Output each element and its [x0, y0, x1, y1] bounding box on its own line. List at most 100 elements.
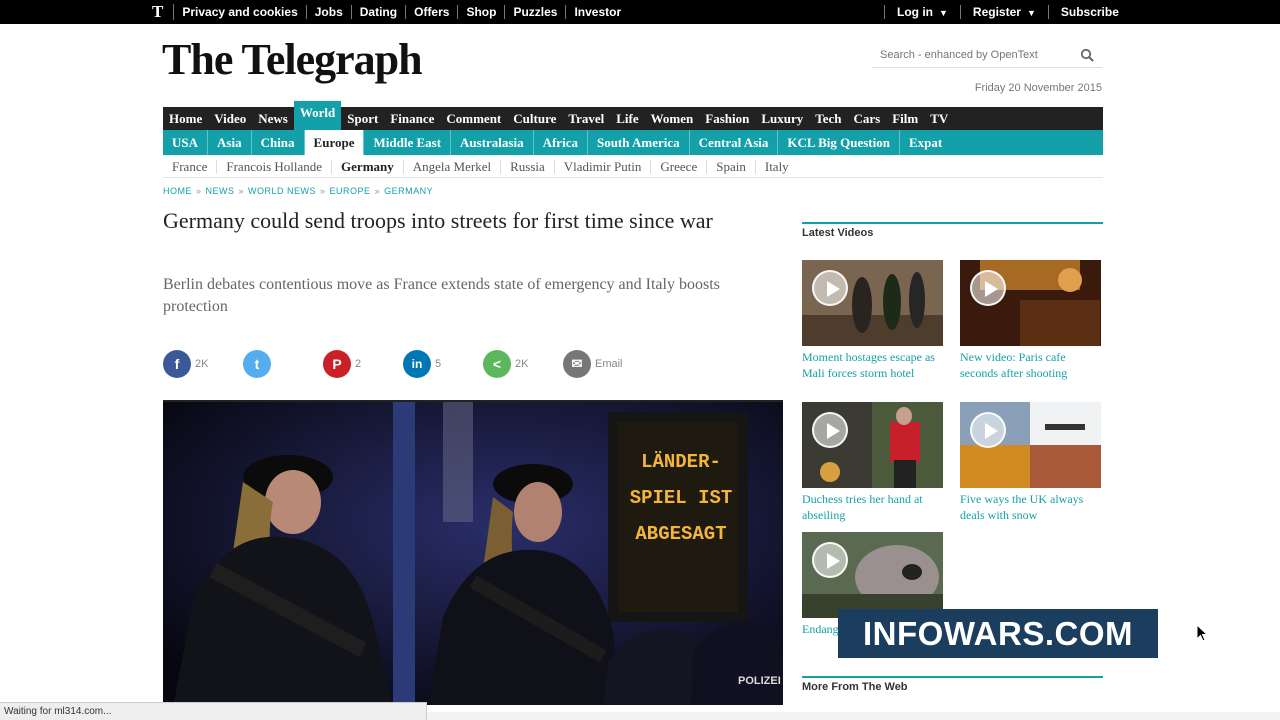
sign-line: SPIEL IST	[629, 487, 733, 509]
video-caption[interactable]: Five ways the UK always deals with snow	[960, 491, 1101, 523]
nav-luxury[interactable]: Luxury	[755, 107, 809, 130]
secondary-nav: USA Asia China Europe Middle East Austra…	[163, 130, 1103, 155]
breadcrumb-europe[interactable]: EUROPE	[330, 186, 371, 196]
login-label: Log in	[897, 5, 933, 19]
nav-world[interactable]: World	[293, 101, 342, 130]
subscribe-link[interactable]: Subscribe	[1047, 5, 1131, 19]
chevron-down-icon: ▼	[1026, 8, 1036, 18]
search-input[interactable]	[872, 44, 1072, 66]
nav-cars[interactable]: Cars	[848, 107, 887, 130]
browser-status-bar: Waiting for ml314.com...	[0, 702, 427, 720]
video-item[interactable]: Duchess tries her hand at abseiling	[802, 402, 943, 523]
linkedin-icon: in	[403, 350, 431, 378]
article-main-image[interactable]: POLIZEI LÄNDER- SPIEL IST ABGESAGT	[163, 400, 783, 705]
latest-videos-title: Latest Videos	[802, 227, 874, 239]
pinterest-share[interactable]: P 2	[323, 349, 361, 379]
subnav-middle-east[interactable]: Middle East	[364, 130, 452, 155]
sign-text: LÄNDER- SPIEL IST ABGESAGT	[621, 444, 741, 552]
video-caption[interactable]: Moment hostages escape as Mali forces st…	[802, 349, 943, 381]
topic-russia[interactable]: Russia	[501, 159, 555, 174]
svg-text:POLIZEI: POLIZEI	[738, 675, 781, 687]
primary-nav: Home Video News World Sport Finance Comm…	[163, 101, 1103, 130]
generic-share[interactable]: < 2K	[483, 349, 528, 379]
play-icon	[970, 270, 1006, 306]
breadcrumb-world-news[interactable]: WORLD NEWS	[248, 186, 316, 196]
topic-spain[interactable]: Spain	[707, 159, 756, 174]
linkedin-share[interactable]: in 5	[403, 349, 441, 379]
login-link[interactable]: Log in ▼	[884, 5, 960, 19]
breadcrumb-germany[interactable]: GERMANY	[384, 186, 433, 196]
subnav-china[interactable]: China	[252, 130, 305, 155]
nav-video[interactable]: Video	[208, 107, 252, 130]
nav-comment[interactable]: Comment	[440, 107, 507, 130]
video-item[interactable]: New video: Paris cafe seconds after shoo…	[960, 260, 1101, 381]
pinterest-icon: P	[323, 350, 351, 378]
register-link[interactable]: Register ▼	[959, 5, 1048, 19]
nav-travel[interactable]: Travel	[562, 107, 610, 130]
top-link-dating[interactable]: Dating	[352, 5, 407, 19]
topic-greece[interactable]: Greece	[651, 159, 708, 174]
topic-angela-merkel[interactable]: Angela Merkel	[404, 159, 502, 174]
top-link-privacy[interactable]: Privacy and cookies	[174, 5, 307, 19]
play-icon	[812, 270, 848, 306]
topic-france[interactable]: France	[163, 159, 218, 174]
nav-tv[interactable]: TV	[924, 107, 954, 130]
video-thumbnail	[802, 532, 943, 618]
nav-tech[interactable]: Tech	[809, 107, 847, 130]
top-utility-bar: T Privacy and cookies Jobs Dating Offers…	[0, 0, 1280, 24]
topic-germany[interactable]: Germany	[332, 159, 404, 174]
subnav-central-asia[interactable]: Central Asia	[690, 130, 779, 155]
top-link-offers[interactable]: Offers	[406, 5, 459, 19]
twitter-share[interactable]: t	[243, 349, 275, 379]
nav-women[interactable]: Women	[645, 107, 700, 130]
video-caption[interactable]: New video: Paris cafe seconds after shoo…	[960, 349, 1101, 381]
video-item[interactable]: Five ways the UK always deals with snow	[960, 402, 1101, 523]
share-bar: f 2K t P 2 in 5 < 2K ✉ Email	[163, 349, 633, 379]
topic-vladimir-putin[interactable]: Vladimir Putin	[555, 159, 652, 174]
video-caption[interactable]: Duchess tries her hand at abseiling	[802, 491, 943, 523]
nav-news[interactable]: News	[252, 107, 294, 130]
video-thumbnail	[802, 402, 943, 488]
nav-home[interactable]: Home	[163, 107, 208, 130]
horizontal-scrollbar[interactable]	[427, 712, 1280, 720]
sign-line: ABGESAGT	[635, 523, 727, 545]
email-icon: ✉	[563, 350, 591, 378]
top-link-puzzles[interactable]: Puzzles	[505, 5, 567, 19]
subnav-usa[interactable]: USA	[163, 130, 209, 155]
top-link-investor[interactable]: Investor	[566, 5, 629, 19]
video-item[interactable]: Moment hostages escape as Mali forces st…	[802, 260, 943, 381]
topic-italy[interactable]: Italy	[756, 159, 798, 174]
subnav-africa[interactable]: Africa	[534, 130, 588, 155]
breadcrumb-news[interactable]: NEWS	[206, 186, 235, 196]
top-link-jobs[interactable]: Jobs	[307, 5, 352, 19]
nav-life[interactable]: Life	[610, 107, 644, 130]
site-logo[interactable]: The Telegraph	[162, 34, 423, 85]
facebook-share[interactable]: f 2K	[163, 349, 208, 379]
breadcrumb: HOME » NEWS » WORLD NEWS » EUROPE » GERM…	[163, 186, 433, 196]
subnav-asia[interactable]: Asia	[208, 130, 252, 155]
subnav-expat[interactable]: Expat	[900, 130, 951, 155]
breadcrumb-separator: »	[238, 186, 245, 196]
top-link-shop[interactable]: Shop	[458, 5, 506, 19]
search-icon[interactable]	[1080, 48, 1094, 62]
account-links: Log in ▼ Register ▼ Subscribe	[884, 0, 1131, 24]
nav-culture[interactable]: Culture	[507, 107, 562, 130]
subnav-south-america[interactable]: South America	[588, 130, 690, 155]
nav-film[interactable]: Film	[886, 107, 924, 130]
sign-line: LÄNDER-	[641, 451, 721, 473]
telegraph-t-logo[interactable]: T	[152, 3, 175, 20]
subnav-australasia[interactable]: Australasia	[451, 130, 534, 155]
breadcrumb-home[interactable]: HOME	[163, 186, 192, 196]
nav-sport[interactable]: Sport	[341, 107, 384, 130]
subnav-europe[interactable]: Europe	[304, 130, 365, 155]
video-thumbnail	[960, 260, 1101, 346]
twitter-icon: t	[243, 350, 271, 378]
topic-francois-hollande[interactable]: Francois Hollande	[217, 159, 333, 174]
email-label: Email	[595, 358, 623, 370]
nav-fashion[interactable]: Fashion	[699, 107, 755, 130]
nav-finance[interactable]: Finance	[384, 107, 440, 130]
subnav-kcl-big-question[interactable]: KCL Big Question	[778, 130, 900, 155]
video-thumbnail	[802, 260, 943, 346]
top-links: T Privacy and cookies Jobs Dating Offers…	[152, 0, 629, 24]
email-share[interactable]: ✉ Email	[563, 349, 623, 379]
